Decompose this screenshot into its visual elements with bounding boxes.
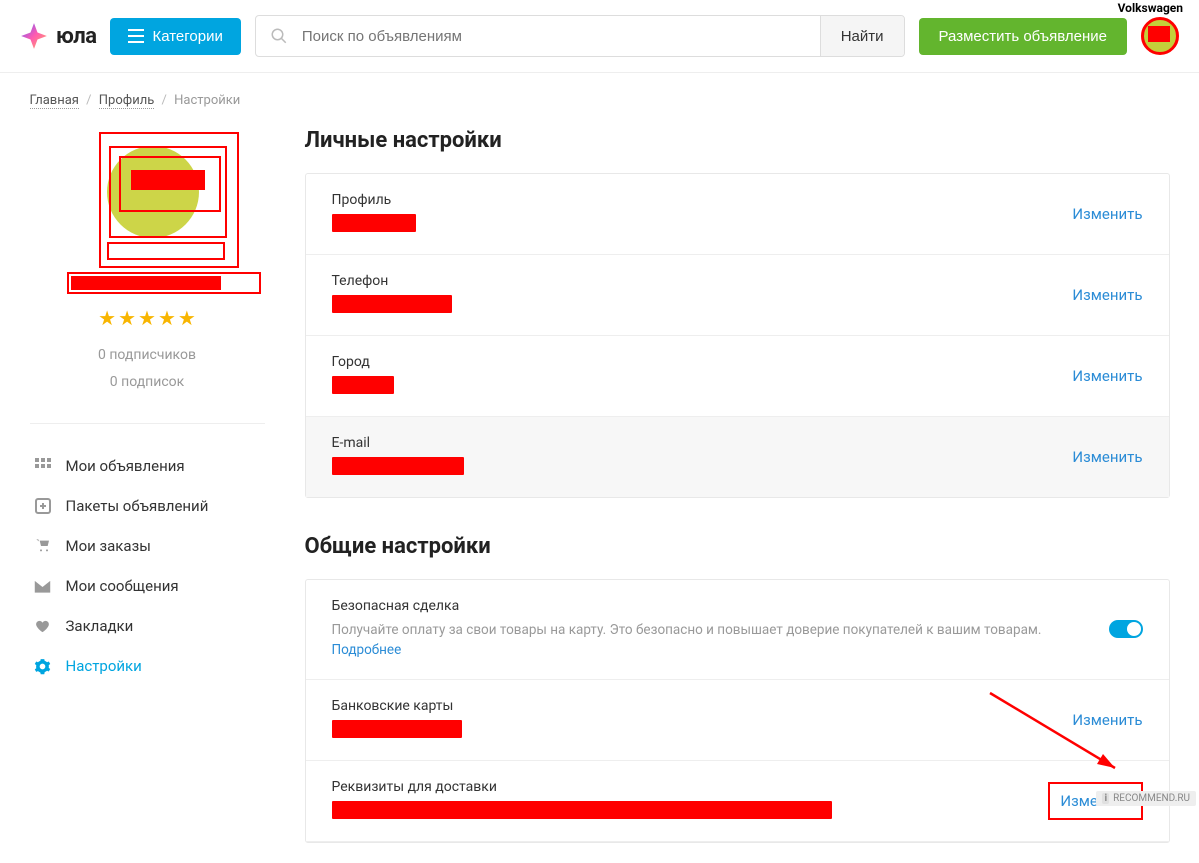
- star-icon: ★: [178, 306, 196, 330]
- star-icon: ★: [158, 306, 176, 330]
- change-phone-link[interactable]: Изменить: [1072, 286, 1142, 304]
- star-icon: ★: [138, 306, 156, 330]
- row-label: E-mail: [332, 435, 1053, 451]
- general-settings-card: Безопасная сделка Получайте оплату за св…: [305, 579, 1170, 843]
- sidebar-item-bookmarks[interactable]: Закладки: [30, 606, 265, 646]
- breadcrumb-profile[interactable]: Профиль: [99, 93, 155, 109]
- sidebar-item-label: Мои заказы: [66, 537, 151, 555]
- sidebar-item-ads[interactable]: Мои объявления: [30, 446, 265, 486]
- rating-stars: ★★★★★: [30, 306, 265, 330]
- change-cards-link[interactable]: Изменить: [1072, 711, 1142, 729]
- sidebar-item-packages[interactable]: Пакеты объявлений: [30, 486, 265, 526]
- breadcrumb-current: Настройки: [174, 93, 240, 108]
- personal-settings-card: Профиль Изменить Телефон Изменить Город: [305, 173, 1170, 498]
- sidebar-item-label: Настройки: [66, 657, 142, 675]
- redacted-value: [332, 457, 464, 475]
- sidebar-item-orders[interactable]: Мои заказы: [30, 526, 265, 566]
- redacted-value: [332, 801, 832, 819]
- redacted-value: [332, 376, 394, 394]
- more-link[interactable]: Подробнее: [332, 642, 402, 658]
- user-avatar[interactable]: [1141, 17, 1179, 55]
- main-content: Личные настройки Профиль Изменить Телефо…: [305, 128, 1170, 843]
- grid-icon: [34, 457, 52, 475]
- personal-settings-title: Личные настройки: [305, 128, 1170, 153]
- change-city-link[interactable]: Изменить: [1072, 367, 1142, 385]
- row-label: Телефон: [332, 273, 1053, 289]
- safe-deal-toggle[interactable]: [1109, 620, 1143, 638]
- search-input[interactable]: [298, 16, 820, 56]
- categories-button[interactable]: Категории: [110, 18, 240, 55]
- subscriber-info: 0 подписчиков 0 подписок: [30, 342, 265, 395]
- search-bar: Найти: [255, 15, 905, 57]
- watermark: iRECOMMEND.RU: [1096, 791, 1196, 806]
- redacted-value: [332, 295, 452, 313]
- sidebar-item-messages[interactable]: Мои сообщения: [30, 566, 265, 606]
- sidebar-item-label: Мои сообщения: [66, 577, 179, 595]
- profile-picture: [47, 128, 247, 298]
- logo[interactable]: юла: [20, 22, 96, 50]
- star-icon: ★: [98, 306, 116, 330]
- header: юла Категории Найти Разместить объявлени…: [0, 0, 1199, 73]
- breadcrumb-home[interactable]: Главная: [30, 93, 79, 109]
- row-delivery: Реквизиты для доставки Изменить: [306, 761, 1169, 842]
- sidebar-item-label: Пакеты объявлений: [66, 497, 209, 515]
- row-safe-deal: Безопасная сделка Получайте оплату за св…: [306, 580, 1169, 680]
- row-bank-cards: Банковские карты Изменить: [306, 680, 1169, 761]
- mail-icon: [34, 577, 52, 595]
- sidebar: ★★★★★ 0 подписчиков 0 подписок Мои объяв…: [30, 128, 265, 843]
- row-profile: Профиль Изменить: [306, 174, 1169, 255]
- user-avatar-wrap: Volkswagen: [1141, 17, 1179, 55]
- logo-icon: [20, 22, 48, 50]
- row-label: Город: [332, 354, 1053, 370]
- row-label: Реквизиты для доставки: [332, 779, 1029, 795]
- search-icon: [256, 16, 298, 56]
- row-label: Профиль: [332, 192, 1053, 208]
- categories-label: Категории: [152, 28, 222, 45]
- sidebar-item-label: Закладки: [66, 617, 134, 635]
- search-button[interactable]: Найти: [820, 16, 904, 56]
- star-icon: ★: [118, 306, 136, 330]
- sidebar-nav: Мои объявления Пакеты объявлений Мои зак…: [30, 446, 265, 686]
- general-settings-title: Общие настройки: [305, 534, 1170, 559]
- subscriptions-count: 0 подписок: [30, 369, 265, 396]
- menu-icon: [128, 29, 144, 43]
- row-city: Город Изменить: [306, 336, 1169, 417]
- change-email-link[interactable]: Изменить: [1072, 448, 1142, 466]
- breadcrumb: Главная / Профиль / Настройки: [30, 93, 1170, 108]
- row-label: Банковские карты: [332, 698, 1053, 714]
- divider: [30, 423, 265, 424]
- heart-icon: [34, 617, 52, 635]
- logo-text: юла: [56, 24, 96, 49]
- sidebar-item-label: Мои объявления: [66, 457, 185, 475]
- post-ad-button[interactable]: Разместить объявление: [919, 18, 1127, 55]
- row-label: Безопасная сделка: [332, 598, 1089, 614]
- container: Главная / Профиль / Настройки ★★★★★ 0 по…: [10, 73, 1190, 863]
- row-phone: Телефон Изменить: [306, 255, 1169, 336]
- redacted-value: [332, 214, 416, 232]
- gear-icon: [34, 657, 52, 675]
- cart-icon: [34, 537, 52, 555]
- plus-box-icon: [34, 497, 52, 515]
- row-email: E-mail Изменить: [306, 417, 1169, 497]
- redacted-value: [332, 720, 462, 738]
- sidebar-item-settings[interactable]: Настройки: [30, 646, 265, 686]
- followers-count: 0 подписчиков: [30, 342, 265, 369]
- annotation-label: Volkswagen: [1118, 1, 1183, 15]
- change-profile-link[interactable]: Изменить: [1072, 205, 1142, 223]
- row-description: Получайте оплату за свои товары на карту…: [332, 620, 1089, 661]
